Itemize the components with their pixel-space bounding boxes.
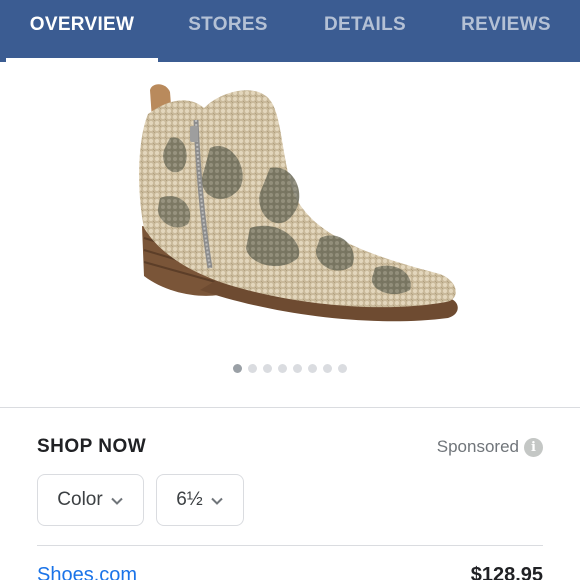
product-image-carousel[interactable] bbox=[0, 62, 580, 408]
tab-reviews[interactable]: REVIEWS bbox=[436, 0, 576, 62]
info-icon[interactable]: i bbox=[524, 437, 543, 457]
carousel-dot[interactable] bbox=[308, 364, 317, 373]
carousel-dot[interactable] bbox=[293, 364, 302, 373]
tab-overview[interactable]: OVERVIEW bbox=[6, 0, 158, 62]
carousel-indicator bbox=[0, 364, 580, 376]
section-divider bbox=[0, 407, 580, 408]
size-filter-label: 6½ bbox=[176, 489, 203, 510]
chevron-down-icon bbox=[110, 497, 123, 505]
tab-details[interactable]: DETAILS bbox=[298, 0, 432, 62]
store-link[interactable]: Shoes.com bbox=[37, 564, 137, 580]
shop-now-heading: SHOP NOW bbox=[37, 436, 147, 457]
carousel-dot[interactable] bbox=[233, 364, 242, 373]
tab-bar: OVERVIEW STORES DETAILS REVIEWS bbox=[0, 0, 580, 62]
carousel-dot[interactable] bbox=[338, 364, 347, 373]
size-filter-dropdown[interactable]: 6½ bbox=[156, 474, 244, 526]
color-filter-label: Color bbox=[57, 489, 103, 510]
carousel-dot[interactable] bbox=[263, 364, 272, 373]
carousel-dot[interactable] bbox=[248, 364, 257, 373]
carousel-dot[interactable] bbox=[323, 364, 332, 373]
product-image bbox=[139, 84, 458, 322]
sponsored-text: Sponsored bbox=[436, 437, 519, 456]
offer-divider bbox=[37, 545, 543, 546]
tab-stores[interactable]: STORES bbox=[160, 0, 296, 62]
sponsored-label: Sponsored i bbox=[437, 437, 543, 457]
color-filter-dropdown[interactable]: Color bbox=[37, 474, 144, 526]
price: $128.95 bbox=[470, 564, 543, 580]
carousel-dot[interactable] bbox=[278, 364, 287, 373]
chevron-down-icon bbox=[210, 497, 223, 505]
